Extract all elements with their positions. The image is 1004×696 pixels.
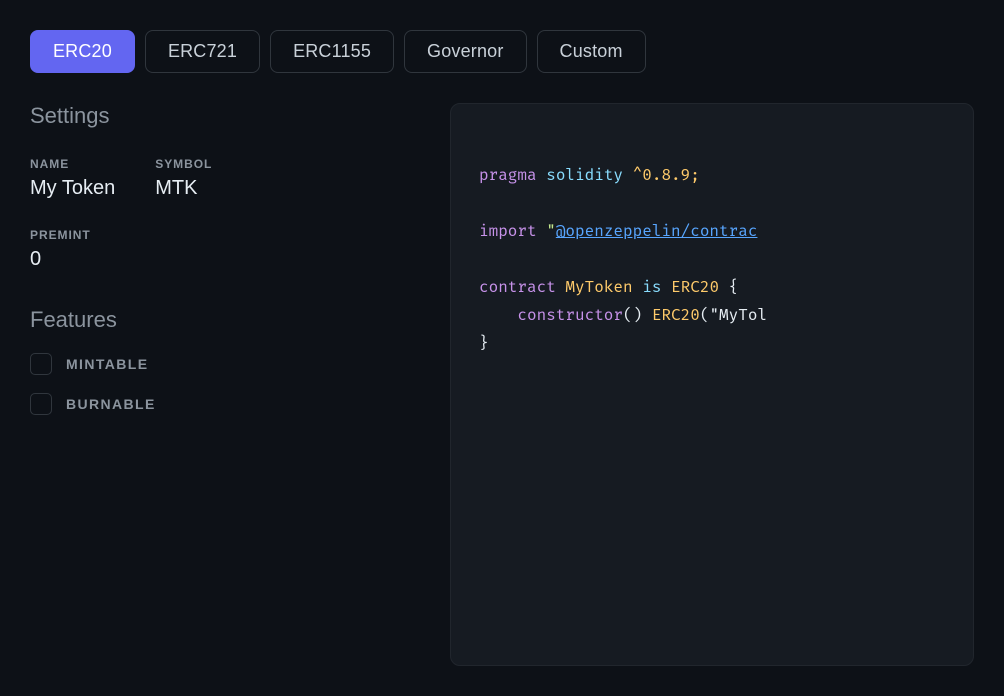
feature-burnable: BURNABLE xyxy=(30,393,420,415)
premint-value: 0 xyxy=(30,248,420,271)
symbol-value: MTK xyxy=(155,177,212,200)
premint-field-group: PREMINT 0 xyxy=(30,228,420,271)
tab-governor[interactable]: Governor xyxy=(404,30,526,73)
tab-custom[interactable]: Custom xyxy=(537,30,646,73)
tab-erc20[interactable]: ERC20 xyxy=(30,30,135,73)
settings-title: Settings xyxy=(30,103,420,129)
mintable-checkbox[interactable] xyxy=(30,353,52,375)
mintable-label: MINTABLE xyxy=(66,356,149,372)
symbol-label: SYMBOL xyxy=(155,157,212,171)
app-container: ERC20 ERC721 ERC1155 Governor Custom Set… xyxy=(0,0,1004,696)
burnable-label: BURNABLE xyxy=(66,396,156,412)
burnable-checkbox[interactable] xyxy=(30,393,52,415)
premint-label: PREMINT xyxy=(30,228,420,242)
features-title: Features xyxy=(30,307,420,333)
name-label: NAME xyxy=(30,157,115,171)
feature-mintable: MINTABLE xyxy=(30,353,420,375)
symbol-field-group: SYMBOL MTK xyxy=(155,157,212,200)
name-field-group: NAME My Token xyxy=(30,157,115,200)
left-panel: Settings NAME My Token SYMBOL MTK PREMIN… xyxy=(30,103,450,666)
code-block: pragma solidity ^0.8.9; import "@openzep… xyxy=(479,134,945,386)
code-editor: pragma solidity ^0.8.9; import "@openzep… xyxy=(450,103,974,666)
tab-erc1155[interactable]: ERC1155 xyxy=(270,30,394,73)
name-symbol-row: NAME My Token SYMBOL MTK xyxy=(30,157,420,200)
tab-erc721[interactable]: ERC721 xyxy=(145,30,260,73)
tab-bar: ERC20 ERC721 ERC1155 Governor Custom xyxy=(30,30,974,73)
name-value: My Token xyxy=(30,177,115,200)
main-content: Settings NAME My Token SYMBOL MTK PREMIN… xyxy=(30,103,974,666)
